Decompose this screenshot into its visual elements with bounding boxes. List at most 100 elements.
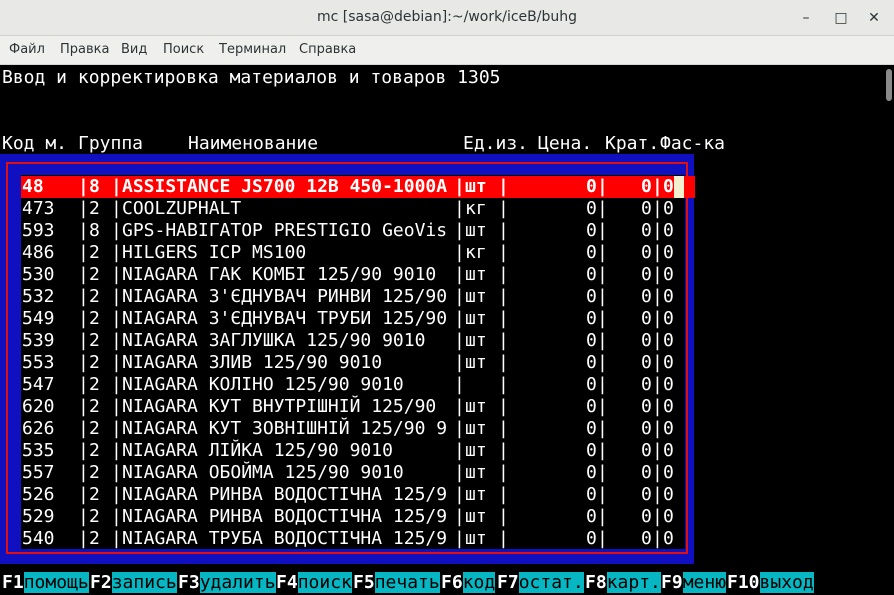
scrollbar[interactable] (881, 65, 894, 595)
column-separator: | (78, 374, 89, 395)
fkey-key: F5 (353, 572, 375, 593)
column-separator: | (111, 242, 122, 263)
terminal-area[interactable]: Ввод и корректировка материалов и товаро… (0, 65, 894, 595)
fkey-f6[interactable]: F6код (441, 571, 496, 595)
cell-unit: шт (465, 396, 487, 417)
cell-unit: шт (465, 352, 487, 373)
table-row-selected[interactable]: 48 | 8 | ASSISTANCE JS700 12B 450-1000A | шт | 0… (0, 176, 894, 198)
cell-krat: 0 (641, 308, 652, 329)
fkey-f10[interactable]: F10выход (727, 571, 814, 595)
scrollbar-thumb[interactable] (886, 69, 892, 101)
cell-price: 0 (586, 506, 597, 527)
cell-code: 486 (22, 242, 55, 263)
column-separator: | (454, 396, 465, 417)
fkey-f8[interactable]: F8карт. (585, 571, 661, 595)
column-separator: | (498, 220, 509, 241)
fkey-f2[interactable]: F2запись (90, 571, 177, 595)
column-separator: | (454, 198, 465, 219)
cell-krat: 0 (641, 330, 652, 351)
menu-search[interactable]: Поиск (163, 42, 204, 57)
column-separator: | (652, 176, 663, 197)
cell-krat: 0 (641, 286, 652, 307)
fkey-label: остат. (518, 572, 584, 593)
menu-terminal[interactable]: Терминал (219, 42, 286, 57)
cell-unit: шт (465, 308, 487, 329)
fkey-key: F10 (727, 572, 760, 593)
column-separator: | (454, 484, 465, 505)
cell-code: 557 (22, 462, 55, 483)
column-separator: | (597, 220, 608, 241)
cell-fas: 0 (663, 198, 674, 219)
fkey-f7[interactable]: F7остат. (497, 571, 584, 595)
fkey-key: F7 (497, 572, 519, 593)
cell-fas: 0 (663, 440, 674, 461)
table-row[interactable]: 626 | 2 | NIAGARA КУТ ЗОВНІШНІЙ 125/90 9 | шт |… (0, 418, 894, 440)
cell-name: NIAGARA ЛІЙКА 125/90 9010 (122, 440, 393, 461)
table-row[interactable]: 473 | 2 | COOLZUPHALT | кг | 0 | 0 | 0 (0, 198, 894, 220)
column-separator: | (454, 242, 465, 263)
column-separator: | (597, 396, 608, 417)
fkey-f1[interactable]: F1помощь (2, 571, 89, 595)
minimize-icon[interactable]: – (796, 8, 816, 28)
cell-code: 553 (22, 352, 55, 373)
menu-file[interactable]: Файл (9, 42, 45, 57)
table-row[interactable]: 529 | 2 | NIAGARA РИНВА ВОДОСТІЧНА 125/9 | шт |… (0, 506, 894, 528)
close-icon[interactable]: ✕ (864, 8, 884, 28)
column-separator: | (111, 198, 122, 219)
cell-group: 2 (89, 418, 100, 439)
cell-krat: 0 (641, 396, 652, 417)
cell-fas: 0 (663, 396, 674, 417)
fkey-f3[interactable]: F3удалить (178, 571, 276, 595)
table-row[interactable]: 532 | 2 | NIAGARA З'ЄДНУВАЧ РИНВИ 125/90 | шт |… (0, 286, 894, 308)
cell-name: NIAGARA ЗАГЛУШКА 125/90 9010 (122, 330, 426, 351)
cell-code: 530 (22, 264, 55, 285)
table-row[interactable]: 549 | 2 | NIAGARA З'ЄДНУВАЧ ТРУБИ 125/90 | шт |… (0, 308, 894, 330)
cell-fas: 0 (663, 264, 674, 285)
column-separator: | (652, 308, 663, 329)
column-separator: | (454, 286, 465, 307)
table-row[interactable]: 557 | 2 | NIAGARA ОБОЙМА 125/90 9010 | шт | 0 | 0 |… (0, 462, 894, 484)
table-row[interactable]: 540 | 2 | NIAGARA ТРУБА ВОДОСТІЧНА 125/9 | шт |… (0, 528, 894, 550)
fkey-f4[interactable]: F4поиск (276, 571, 352, 595)
fkey-label: удалить (199, 572, 276, 593)
table-row[interactable]: 539 | 2 | NIAGARA ЗАГЛУШКА 125/90 9010 | шт | 0 |… (0, 330, 894, 352)
menu-edit[interactable]: Правка (60, 42, 109, 57)
maximize-icon[interactable]: □ (831, 8, 851, 28)
table-row[interactable]: 547 | 2 | NIAGARA КОЛІНО 125/90 9010 | | 0 | 0 | 0 (0, 374, 894, 396)
column-separator: | (498, 374, 509, 395)
cell-name: NIAGARA ОБОЙМА 125/90 9010 (122, 462, 404, 483)
fkey-key: F9 (661, 572, 683, 593)
table-row[interactable]: 530 | 2 | NIAGARA ГАК КОМБІ 125/90 9010 | шт | 0… (0, 264, 894, 286)
cell-price: 0 (586, 396, 597, 417)
column-separator: | (597, 462, 608, 483)
table-row[interactable]: 553 | 2 | NIAGARA ЗЛИВ 125/90 9010 | шт | 0 | 0 | 0 (0, 352, 894, 374)
table-row[interactable]: 526 | 2 | NIAGARA РИНВА ВОДОСТІЧНА 125/9 | шт |… (0, 484, 894, 506)
column-separator: | (597, 352, 608, 373)
column-separator: | (597, 242, 608, 263)
column-separator: | (454, 308, 465, 329)
cell-unit: шт (465, 330, 487, 351)
cell-fas: 0 (663, 484, 674, 505)
table-row[interactable]: 620 | 2 | NIAGARA КУТ ВНУТРІШНІЙ 125/90 | шт | 0… (0, 396, 894, 418)
cell-name: NIAGARA РИНВА ВОДОСТІЧНА 125/9 (122, 484, 448, 505)
cell-group: 2 (89, 506, 100, 527)
column-separator: | (652, 264, 663, 285)
fkey-label: выход (759, 572, 814, 593)
table-row[interactable]: 535 | 2 | NIAGARA ЛІЙКА 125/90 9010 | шт | 0 | 0 | 0 (0, 440, 894, 462)
table-row[interactable]: 593 | 8 | GPS-НАВІГАТОР PRESTIGIO GeoVis | шт |… (0, 220, 894, 242)
cell-name: NIAGARA ГАК КОМБІ 125/90 9010 (122, 264, 437, 285)
fkey-f9[interactable]: F9меню (661, 571, 727, 595)
table-row[interactable]: 486 | 2 | HILGERS ICP MS100 | кг | 0 | 0 | 0 (0, 242, 894, 264)
cell-price: 0 (586, 528, 597, 549)
column-separator: | (78, 308, 89, 329)
menu-help[interactable]: Справка (299, 42, 356, 57)
window-titlebar: mc [sasa@debian]:~/work/iceB/buhg – □ ✕ (0, 0, 894, 36)
fkey-f5[interactable]: F5печать (353, 571, 440, 595)
column-separator: | (111, 286, 122, 307)
menu-view[interactable]: Вид (121, 42, 147, 57)
column-separator: | (597, 418, 608, 439)
column-separator: | (454, 506, 465, 527)
cell-code: 532 (22, 286, 55, 307)
cell-code: 529 (22, 506, 55, 527)
cell-krat: 0 (641, 176, 652, 197)
